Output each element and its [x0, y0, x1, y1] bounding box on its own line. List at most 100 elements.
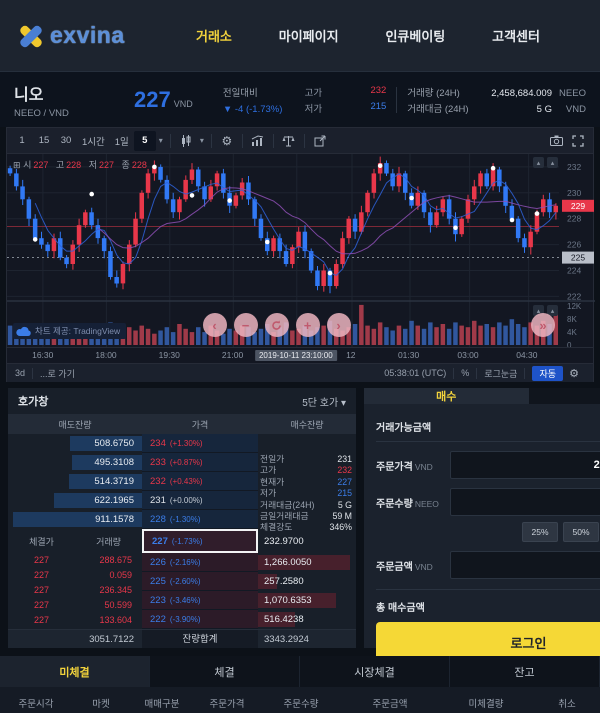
axis-settings-gear-icon[interactable]: ⚙ — [563, 367, 585, 380]
svg-text:4K: 4K — [567, 328, 577, 337]
ask-price-cell[interactable]: 233 (+0.87%) — [142, 453, 258, 472]
order-price-input[interactable] — [450, 451, 600, 479]
order-form-panel: 매수 매도 거래가능금액 0 VND 주문가격VND − + 주문수량NEEO … — [364, 388, 600, 662]
exvina-logo[interactable]: exvina — [16, 21, 166, 51]
col-order-amount: 주문금액 — [372, 698, 408, 710]
tab-market-trades[interactable]: 시장체결 — [300, 656, 450, 687]
compare-scales-icon[interactable] — [278, 135, 300, 147]
coin-name: 니오 — [14, 86, 44, 104]
order-amount-label: 주문금액 VND — [376, 561, 433, 573]
time-axis-label: 01:30 — [397, 350, 420, 360]
orders-table-headers: 주문시각 마켓 매매구분 주문가격 주문수량 주문금액 미체결량 취소 — [0, 687, 600, 713]
order-amount-row: 주문금액 VND — [376, 551, 600, 579]
bid-price-cell[interactable]: 226 (-2.16%) — [142, 553, 258, 572]
scroll-right-button[interactable]: › — [326, 313, 351, 337]
ask-qty-cell: 622.1965 — [8, 491, 142, 510]
toolbar-separator — [303, 133, 305, 148]
amount-unit: VND — [565, 103, 586, 115]
toolbar-separator — [241, 133, 243, 148]
coin-pair: NEEO / VND — [14, 107, 69, 119]
interval-5-button-selected[interactable]: 5 — [133, 130, 156, 151]
current-price-cell[interactable]: 227 (-1.73%) — [142, 529, 258, 553]
scroll-left-button[interactable]: ‹ — [202, 313, 227, 337]
volume-value: 2,458,684.009 — [491, 87, 552, 99]
nav-item-incubating[interactable]: 인큐베이팅 — [385, 26, 445, 45]
buy-tab[interactable]: 매수 — [364, 388, 529, 404]
crosshair-date-label: 2019-10-11 23:10:00 — [254, 350, 337, 361]
change-value: ▼ -4 (-1.73%) — [222, 103, 283, 115]
range-3d-button[interactable]: 3d — [15, 368, 25, 378]
tab-filled-orders[interactable]: 체결 — [150, 656, 300, 687]
interval-1-button[interactable]: 1 — [11, 131, 33, 151]
amount-value: 5 G — [536, 103, 552, 115]
zoom-in-button[interactable]: + — [295, 313, 320, 337]
nav-item-exchange[interactable]: 거래소 — [196, 26, 232, 45]
time-axis-label: 19:30 — [158, 350, 180, 360]
legend-grid-icon: ⊞ — [13, 160, 21, 170]
trade-row: 227 0.059 — [34, 570, 132, 580]
top-navigation: exvina 거래소 마이페이지 인큐베이팅 고객센터 — [0, 0, 600, 72]
ask-price-cell[interactable]: 234 (+1.30%) — [142, 434, 258, 453]
col-side: 매매구분 — [144, 698, 180, 710]
scroll-to-latest-button[interactable]: » — [531, 313, 555, 337]
snapshot-camera-icon[interactable] — [545, 135, 567, 146]
sell-tab[interactable]: 매도 — [528, 388, 600, 404]
ask-price-cell[interactable]: 232 (+0.43%) — [142, 472, 258, 491]
interval-dropdown-caret[interactable]: ▾ — [156, 136, 166, 145]
chart-time-axis[interactable]: 16:30 18:00 19:30 21:00 2019-10-11 23:10:00 1… — [7, 347, 593, 363]
interval-1h-button[interactable]: 1시간 — [77, 131, 110, 151]
percent-scale-button[interactable]: % — [461, 368, 469, 378]
legend-open-value: 227 — [33, 160, 49, 170]
svg-text:232: 232 — [567, 162, 581, 172]
chart-settings-gear-icon[interactable]: ⚙ — [216, 134, 238, 148]
market-info-box: 전일가 231 고가 232 현재가 227 저가 215 거래대금(24H) 5 G 금… — [260, 454, 352, 533]
toolbar-separator — [272, 133, 274, 148]
volume-block: 거래량 (24H) 2,458,684.009 NEEO 거래대금 (24H) 5 G… — [407, 83, 586, 117]
col-order-time: 주문시각 — [18, 698, 54, 710]
indicators-icon[interactable] — [247, 134, 269, 147]
auto-scale-button[interactable]: 자동 — [532, 365, 563, 381]
ask-price-cell[interactable]: 228 (-1.30%) — [142, 510, 258, 529]
fullscreen-icon[interactable] — [567, 134, 589, 147]
tradingview-watermark[interactable]: 차트 제공: TradingView — [13, 323, 127, 339]
trade-row: 227 133.604 — [34, 615, 132, 625]
nav-item-support[interactable]: 고객센터 — [492, 26, 540, 45]
reset-view-button[interactable] — [264, 313, 289, 337]
legend-high-value: 228 — [66, 160, 82, 170]
order-qty-input[interactable] — [450, 488, 600, 516]
interval-15-button[interactable]: 15 — [33, 131, 55, 151]
share-chart-icon[interactable] — [309, 135, 331, 147]
nav-item-mypage[interactable]: 마이페이지 — [279, 26, 339, 45]
trade-row: 227 236.345 — [34, 585, 132, 595]
log-scale-button[interactable]: 로그눈금 — [484, 367, 517, 380]
lower-panels: 호가창 5단 호가 ▾ 매도잔량 가격 매수잔량 508.6750 234 (+1… — [8, 388, 600, 662]
zoom-out-button[interactable]: − — [233, 313, 258, 337]
order-price-row: 주문가격VND − + — [376, 451, 600, 479]
candle-style-icon[interactable] — [175, 134, 197, 147]
candle-style-caret[interactable]: ▾ — [197, 136, 207, 145]
high-value: 232 — [370, 84, 387, 96]
percent-50-button[interactable]: 50% — [563, 522, 599, 542]
percent-25-button[interactable]: 25% — [522, 522, 558, 542]
ask-price-cell[interactable]: 231 (+0.00%) — [142, 491, 258, 510]
bid-price-cell[interactable]: 223 (-3.46%) — [142, 591, 258, 610]
interval-30-button[interactable]: 30 — [55, 131, 77, 151]
goto-date-button[interactable]: ...로 가기 — [40, 367, 75, 380]
bid-price-cell[interactable]: 225 (-2.60%) — [142, 572, 258, 591]
tab-open-orders[interactable]: 미체결 — [0, 656, 150, 687]
ohlc-legend: ⊞ 시 227 고 228 저 227 종 228 — [13, 158, 152, 171]
utc-clock[interactable]: 05:38:01 (UTC) — [384, 368, 446, 378]
trade-row: 227 288.675 — [34, 555, 132, 565]
tab-balance[interactable]: 잔고 — [450, 656, 600, 687]
reset-icon — [272, 320, 281, 330]
toolbar-separator — [210, 133, 212, 148]
price-header: 가격 — [191, 419, 209, 430]
orderbook-depth-select[interactable]: 5단 호가 ▾ — [302, 394, 346, 409]
col-order-qty: 주문수량 — [283, 698, 319, 710]
bid-price-cell[interactable]: 222 (-3.90%) — [142, 610, 258, 629]
chart-plot-area[interactable]: ⊞ 시 227 고 228 저 227 종 228 232 230 228 226 224 222… — [7, 154, 595, 350]
svg-text:8K: 8K — [567, 315, 577, 324]
interval-1d-button[interactable]: 1일 — [110, 131, 134, 151]
order-amount-input[interactable] — [450, 551, 600, 579]
change-label: 전일대비 — [222, 87, 258, 99]
